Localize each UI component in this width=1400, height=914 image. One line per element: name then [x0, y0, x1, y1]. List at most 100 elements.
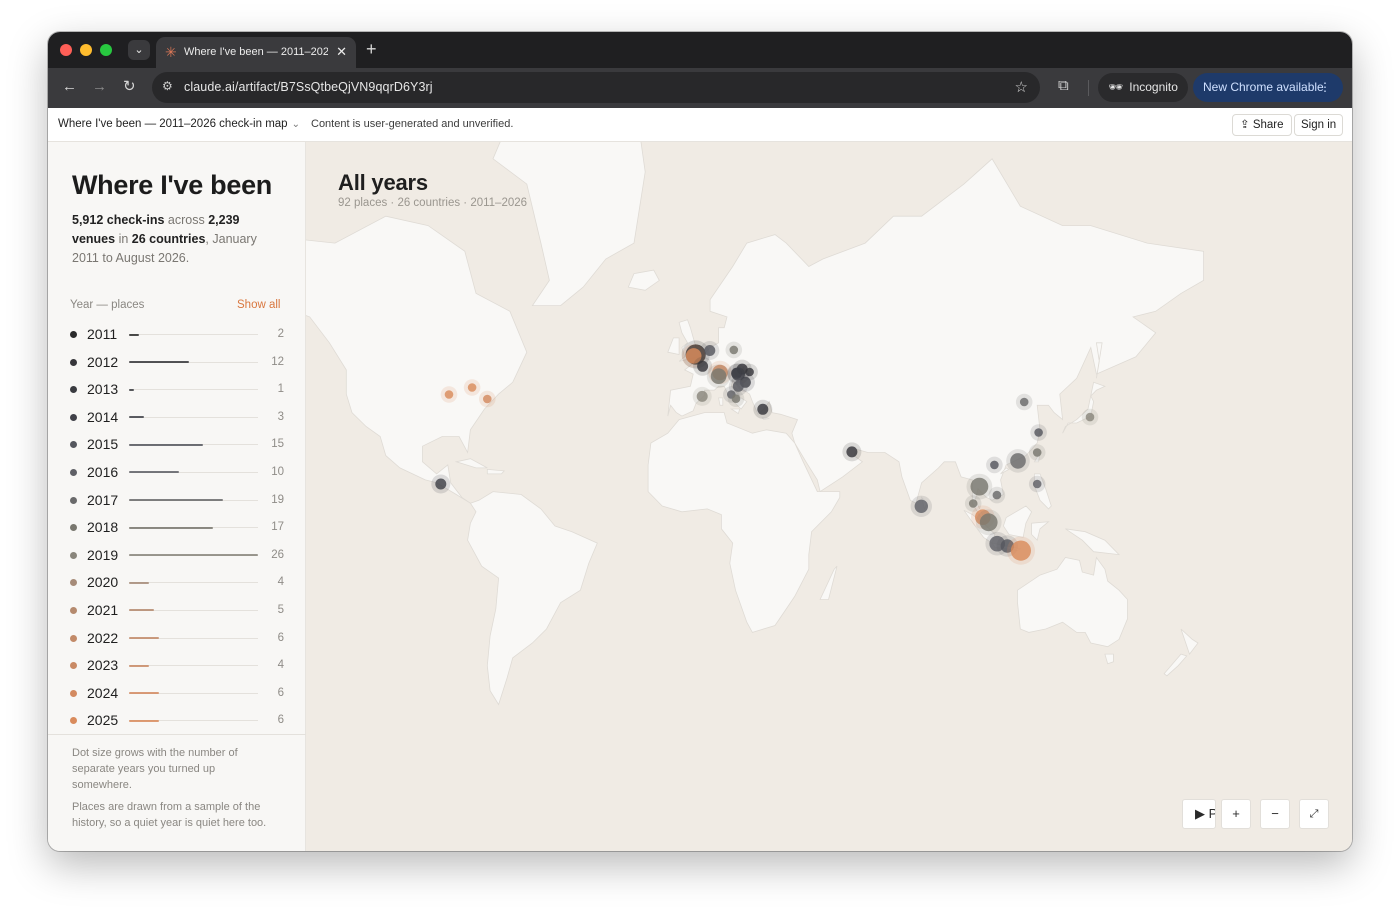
year-list[interactable]: 2011 2 2012 12 2013 1 2014 3 2015 15 2016 10 2017 19 2…	[70, 320, 284, 734]
place-dot-6[interactable]	[710, 368, 727, 384]
year-dot	[70, 606, 77, 614]
place-dot-3[interactable]	[704, 345, 716, 356]
back-arrow-icon[interactable]: ←	[62, 77, 77, 97]
year-bar-track	[129, 416, 258, 419]
year-bar-track	[129, 664, 258, 667]
place-dot-33[interactable]	[1032, 479, 1042, 489]
new-chrome-available-button[interactable]: New Chrome available ⋮	[1193, 73, 1343, 102]
year-bar	[129, 609, 154, 612]
zoom-in-button[interactable]: +	[1221, 799, 1251, 829]
place-dot-32[interactable]	[1019, 397, 1029, 407]
place-dot-15[interactable]	[696, 390, 708, 402]
year-row-2022[interactable]: 2022 6	[70, 624, 284, 652]
year-dot	[70, 551, 77, 559]
year-row-2021[interactable]: 2021 5	[70, 596, 284, 624]
year-count: 10	[271, 465, 284, 478]
year-row-2011[interactable]: 2011 2	[70, 320, 284, 348]
year-bar-track	[129, 361, 258, 364]
summary-text: 5,912 check-ins across 2,239 venues in 2…	[72, 211, 278, 268]
year-count: 26	[271, 548, 284, 561]
place-dot-19[interactable]	[444, 390, 454, 399]
year-row-2020[interactable]: 2020 4	[70, 568, 284, 596]
place-dot-17[interactable]	[483, 394, 492, 404]
year-row-2012[interactable]: 2012 12	[70, 348, 284, 376]
year-bar-track	[129, 692, 258, 695]
sign-in-button[interactable]: Sign in	[1294, 114, 1344, 136]
zoom-out-button[interactable]: −	[1260, 799, 1290, 829]
active-tab[interactable]: ✳ Where I've been — 2011–2026 check-in m…	[156, 37, 356, 68]
year-bar-track	[129, 719, 258, 722]
year-count: 5	[277, 603, 284, 616]
forward-arrow-icon[interactable]: →	[92, 77, 107, 97]
extensions-puzzle-icon[interactable]: ⧉	[1058, 77, 1069, 94]
year-row-2013[interactable]: 2013 1	[70, 375, 284, 403]
place-dot-26[interactable]	[979, 513, 998, 532]
site-info-icon[interactable]: ⚙	[162, 79, 173, 93]
close-window-button[interactable]	[60, 44, 72, 56]
reload-icon[interactable]: ↻	[123, 77, 136, 97]
place-dot-30[interactable]	[1034, 428, 1043, 437]
fullscreen-button[interactable]: ⤢	[1299, 799, 1329, 829]
place-dot-37[interactable]	[1085, 412, 1095, 422]
address-bar[interactable]: ⚙ claude.ai/artifact/B7SsQtbeQjVN9qqrD6Y…	[152, 72, 1040, 103]
place-dot-23[interactable]	[970, 477, 989, 496]
year-row-2018[interactable]: 2018 17	[70, 513, 284, 541]
incognito-indicator[interactable]: 🕶 Incognito	[1098, 73, 1188, 102]
year-row-2015[interactable]: 2015 15	[70, 430, 284, 458]
map-canvas[interactable]	[306, 142, 1352, 851]
year-label: 2023	[87, 657, 119, 674]
place-dot-31[interactable]	[1032, 448, 1042, 457]
year-label: 2012	[87, 353, 119, 370]
place-dot-18[interactable]	[467, 383, 477, 392]
tab-search-chevron-icon[interactable]: ⌄	[128, 40, 150, 60]
year-bar	[129, 581, 149, 584]
share-label: Share	[1252, 119, 1284, 131]
place-dot-4[interactable]	[729, 345, 739, 355]
year-row-2016[interactable]: 2016 10	[70, 458, 284, 486]
minimize-window-button[interactable]	[80, 44, 92, 56]
close-tab-icon[interactable]: ✕	[336, 44, 347, 60]
place-dot-14[interactable]	[731, 394, 741, 403]
place-dot-21[interactable]	[846, 446, 858, 458]
place-dot-24[interactable]	[968, 499, 978, 508]
update-label: New Chrome available	[1203, 80, 1324, 94]
artifact-title: Where I've been — 2011–2026 check-in map	[58, 118, 288, 130]
year-row-2023[interactable]: 2023 4	[70, 651, 284, 679]
year-label: 2020	[87, 574, 119, 591]
share-button[interactable]: ⇪ Share	[1232, 114, 1292, 136]
url-text[interactable]: claude.ai/artifact/B7SsQtbeQjVN9qqrD6Y3r…	[184, 80, 433, 94]
landmass-24	[486, 468, 506, 475]
place-dot-28[interactable]	[992, 490, 1002, 500]
year-row-2025[interactable]: 2025 6	[70, 706, 284, 734]
landmass-15	[1031, 521, 1050, 541]
landmass-21	[1180, 628, 1199, 655]
content-disclaimer: Content is user-generated and unverified…	[311, 118, 514, 130]
bookmark-star-icon[interactable]: ☆	[1015, 78, 1028, 96]
world-map[interactable]: All years 92 places · 26 countries · 201…	[306, 142, 1352, 851]
new-tab-icon[interactable]: +	[366, 39, 377, 59]
place-dot-2[interactable]	[697, 360, 709, 372]
artifact-title-dropdown[interactable]: Where I've been — 2011–2026 check-in map…	[58, 118, 300, 130]
place-dot-27[interactable]	[990, 460, 999, 470]
year-dot	[70, 386, 77, 394]
place-dot-16[interactable]	[757, 403, 769, 415]
year-bar	[129, 333, 139, 336]
place-dot-29[interactable]	[1010, 453, 1026, 469]
year-row-2014[interactable]: 2014 3	[70, 403, 284, 431]
place-dot-22[interactable]	[914, 499, 928, 513]
year-row-2024[interactable]: 2024 6	[70, 679, 284, 707]
year-row-2017[interactable]: 2017 19	[70, 486, 284, 514]
landmass-16	[1065, 528, 1121, 556]
toolbar-separator	[1088, 80, 1089, 96]
landmass-1	[492, 142, 646, 306]
play-button[interactable]: ▶ P	[1182, 799, 1216, 829]
year-bar-track	[129, 526, 258, 529]
year-label: 2025	[87, 712, 119, 729]
zoom-window-button[interactable]	[100, 44, 112, 56]
year-row-2019[interactable]: 2019 26	[70, 541, 284, 569]
place-dot-20[interactable]	[435, 478, 447, 490]
show-all-link[interactable]: Show all	[237, 299, 280, 311]
year-bar	[129, 443, 204, 446]
year-label: 2016	[87, 463, 119, 480]
place-dot-36[interactable]	[1010, 540, 1031, 561]
